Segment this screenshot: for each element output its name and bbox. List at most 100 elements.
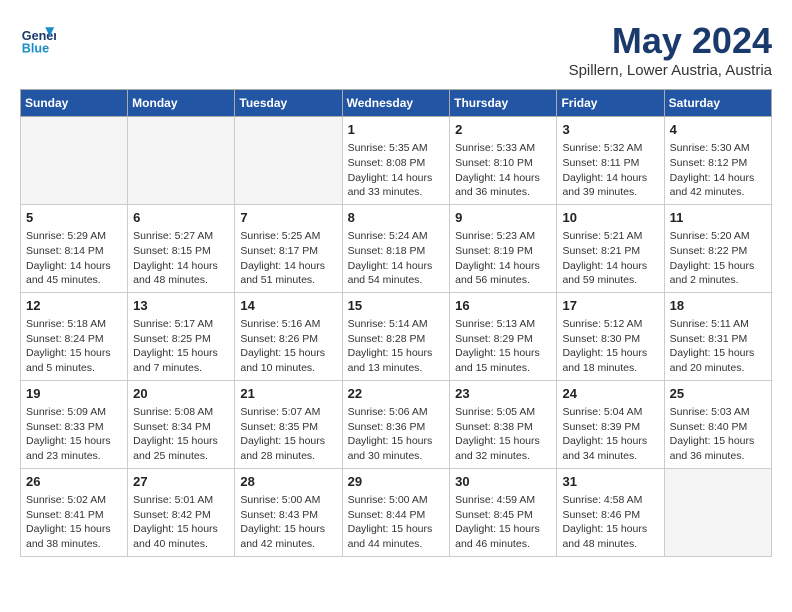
- calendar-day-cell: 26Sunrise: 5:02 AM Sunset: 8:41 PM Dayli…: [21, 468, 128, 556]
- calendar-day-cell: [235, 117, 342, 205]
- calendar-day-cell: 1Sunrise: 5:35 AM Sunset: 8:08 PM Daylig…: [342, 117, 450, 205]
- day-info: Sunrise: 5:06 AM Sunset: 8:36 PM Dayligh…: [348, 405, 445, 464]
- day-number: 11: [670, 209, 766, 227]
- day-number: 4: [670, 121, 766, 139]
- day-number: 18: [670, 297, 766, 315]
- day-number: 31: [562, 473, 658, 491]
- day-number: 15: [348, 297, 445, 315]
- day-number: 5: [26, 209, 122, 227]
- title-block: May 2024 Spillern, Lower Austria, Austri…: [569, 20, 772, 79]
- day-info: Sunrise: 5:11 AM Sunset: 8:31 PM Dayligh…: [670, 317, 766, 376]
- day-number: 28: [240, 473, 336, 491]
- logo: General Blue General Blue: [20, 20, 56, 56]
- calendar-day-cell: 19 Sunrise: 5:09 AM Sunset: 8:33 PM Dayli…: [21, 380, 128, 468]
- location: Spillern, Lower Austria, Austria: [569, 62, 772, 79]
- day-number: 19: [26, 385, 122, 403]
- day-number: 22: [348, 385, 445, 403]
- calendar-week-row: 5Sunrise: 5:29 AM Sunset: 8:14 PM Daylig…: [21, 204, 772, 292]
- weekday-header: Saturday: [664, 90, 771, 117]
- day-number: 20: [133, 385, 229, 403]
- day-info: Sunrise: 5:33 AM Sunset: 8:10 PM Dayligh…: [455, 141, 551, 200]
- day-info: Sunrise: 5:20 AM Sunset: 8:22 PM Dayligh…: [670, 229, 766, 288]
- weekday-header: Wednesday: [342, 90, 450, 117]
- calendar-day-cell: 15 Sunrise: 5:14 AM Sunset: 8:28 PM Dayli…: [342, 292, 450, 380]
- day-info: Sunrise: 5:17 AM Sunset: 8:25 PM Dayligh…: [133, 317, 229, 376]
- day-number: 8: [348, 209, 445, 227]
- calendar-day-cell: 27Sunrise: 5:01 AM Sunset: 8:42 PM Dayli…: [128, 468, 235, 556]
- day-info: Sunrise: 5:16 AM Sunset: 8:26 PM Dayligh…: [240, 317, 336, 376]
- calendar-day-cell: 13 Sunrise: 5:17 AM Sunset: 8:25 PM Dayli…: [128, 292, 235, 380]
- calendar-day-cell: 29Sunrise: 5:00 AM Sunset: 8:44 PM Dayli…: [342, 468, 450, 556]
- day-number: 13: [133, 297, 229, 315]
- calendar-day-cell: 12Sunrise: 5:18 AM Sunset: 8:24 PM Dayli…: [21, 292, 128, 380]
- day-info: Sunrise: 5:13 AM Sunset: 8:29 PM Dayligh…: [455, 317, 551, 376]
- calendar-day-cell: 21Sunrise: 5:07 AM Sunset: 8:35 PM Dayli…: [235, 380, 342, 468]
- day-info: Sunrise: 5:23 AM Sunset: 8:19 PM Dayligh…: [455, 229, 551, 288]
- calendar-day-cell: 16 Sunrise: 5:13 AM Sunset: 8:29 PM Dayli…: [450, 292, 557, 380]
- calendar-week-row: 1Sunrise: 5:35 AM Sunset: 8:08 PM Daylig…: [21, 117, 772, 205]
- day-number: 16: [455, 297, 551, 315]
- calendar-day-cell: 3 Sunrise: 5:32 AM Sunset: 8:11 PM Daylig…: [557, 117, 664, 205]
- day-info: Sunrise: 5:09 AM Sunset: 8:33 PM Dayligh…: [26, 405, 122, 464]
- calendar-day-cell: 20Sunrise: 5:08 AM Sunset: 8:34 PM Dayli…: [128, 380, 235, 468]
- weekday-header: Sunday: [21, 90, 128, 117]
- day-info: Sunrise: 5:25 AM Sunset: 8:17 PM Dayligh…: [240, 229, 336, 288]
- calendar-day-cell: 7 Sunrise: 5:25 AM Sunset: 8:17 PM Daylig…: [235, 204, 342, 292]
- day-number: 24: [562, 385, 658, 403]
- calendar-day-cell: 17Sunrise: 5:12 AM Sunset: 8:30 PM Dayli…: [557, 292, 664, 380]
- calendar-day-cell: 6Sunrise: 5:27 AM Sunset: 8:15 PM Daylig…: [128, 204, 235, 292]
- calendar-day-cell: 5Sunrise: 5:29 AM Sunset: 8:14 PM Daylig…: [21, 204, 128, 292]
- day-info: Sunrise: 5:24 AM Sunset: 8:18 PM Dayligh…: [348, 229, 445, 288]
- day-number: 7: [240, 209, 336, 227]
- weekday-header: Monday: [128, 90, 235, 117]
- day-info: Sunrise: 4:58 AM Sunset: 8:46 PM Dayligh…: [562, 493, 658, 552]
- day-info: Sunrise: 5:01 AM Sunset: 8:42 PM Dayligh…: [133, 493, 229, 552]
- day-number: 25: [670, 385, 766, 403]
- month-title: May 2024: [569, 20, 772, 62]
- day-number: 23: [455, 385, 551, 403]
- calendar-week-row: 19 Sunrise: 5:09 AM Sunset: 8:33 PM Dayli…: [21, 380, 772, 468]
- day-number: 30: [455, 473, 551, 491]
- calendar-day-cell: [664, 468, 771, 556]
- day-number: 3: [562, 121, 658, 139]
- weekday-header: Thursday: [450, 90, 557, 117]
- calendar-day-cell: 18 Sunrise: 5:11 AM Sunset: 8:31 PM Dayli…: [664, 292, 771, 380]
- day-number: 6: [133, 209, 229, 227]
- logo-icon: General Blue: [20, 20, 56, 56]
- svg-text:Blue: Blue: [22, 41, 49, 55]
- calendar-day-cell: 31 Sunrise: 4:58 AM Sunset: 8:46 PM Dayli…: [557, 468, 664, 556]
- calendar-day-cell: [128, 117, 235, 205]
- day-number: 26: [26, 473, 122, 491]
- calendar-day-cell: 22 Sunrise: 5:06 AM Sunset: 8:36 PM Dayli…: [342, 380, 450, 468]
- weekday-header: Friday: [557, 90, 664, 117]
- day-info: Sunrise: 5:03 AM Sunset: 8:40 PM Dayligh…: [670, 405, 766, 464]
- calendar-week-row: 26Sunrise: 5:02 AM Sunset: 8:41 PM Dayli…: [21, 468, 772, 556]
- weekday-header: Tuesday: [235, 90, 342, 117]
- day-info: Sunrise: 5:00 AM Sunset: 8:44 PM Dayligh…: [348, 493, 445, 552]
- day-number: 1: [348, 121, 445, 139]
- calendar-week-row: 12Sunrise: 5:18 AM Sunset: 8:24 PM Dayli…: [21, 292, 772, 380]
- calendar-day-cell: 30 Sunrise: 4:59 AM Sunset: 8:45 PM Dayli…: [450, 468, 557, 556]
- calendar-day-cell: 23 Sunrise: 5:05 AM Sunset: 8:38 PM Dayli…: [450, 380, 557, 468]
- day-number: 17: [562, 297, 658, 315]
- day-info: Sunrise: 4:59 AM Sunset: 8:45 PM Dayligh…: [455, 493, 551, 552]
- day-number: 14: [240, 297, 336, 315]
- day-info: Sunrise: 5:14 AM Sunset: 8:28 PM Dayligh…: [348, 317, 445, 376]
- day-info: Sunrise: 5:05 AM Sunset: 8:38 PM Dayligh…: [455, 405, 551, 464]
- calendar-day-cell: [21, 117, 128, 205]
- day-info: Sunrise: 5:00 AM Sunset: 8:43 PM Dayligh…: [240, 493, 336, 552]
- day-info: Sunrise: 5:04 AM Sunset: 8:39 PM Dayligh…: [562, 405, 658, 464]
- calendar-table: SundayMondayTuesdayWednesdayThursdayFrid…: [20, 89, 772, 557]
- day-info: Sunrise: 5:32 AM Sunset: 8:11 PM Dayligh…: [562, 141, 658, 200]
- calendar-day-cell: 9 Sunrise: 5:23 AM Sunset: 8:19 PM Daylig…: [450, 204, 557, 292]
- calendar-day-cell: 25 Sunrise: 5:03 AM Sunset: 8:40 PM Dayli…: [664, 380, 771, 468]
- day-info: Sunrise: 5:07 AM Sunset: 8:35 PM Dayligh…: [240, 405, 336, 464]
- day-number: 9: [455, 209, 551, 227]
- calendar-day-cell: 28 Sunrise: 5:00 AM Sunset: 8:43 PM Dayli…: [235, 468, 342, 556]
- day-info: Sunrise: 5:21 AM Sunset: 8:21 PM Dayligh…: [562, 229, 658, 288]
- day-info: Sunrise: 5:30 AM Sunset: 8:12 PM Dayligh…: [670, 141, 766, 200]
- calendar-header-row: SundayMondayTuesdayWednesdayThursdayFrid…: [21, 90, 772, 117]
- calendar-day-cell: 11 Sunrise: 5:20 AM Sunset: 8:22 PM Dayli…: [664, 204, 771, 292]
- calendar-day-cell: 10Sunrise: 5:21 AM Sunset: 8:21 PM Dayli…: [557, 204, 664, 292]
- calendar-day-cell: 4 Sunrise: 5:30 AM Sunset: 8:12 PM Daylig…: [664, 117, 771, 205]
